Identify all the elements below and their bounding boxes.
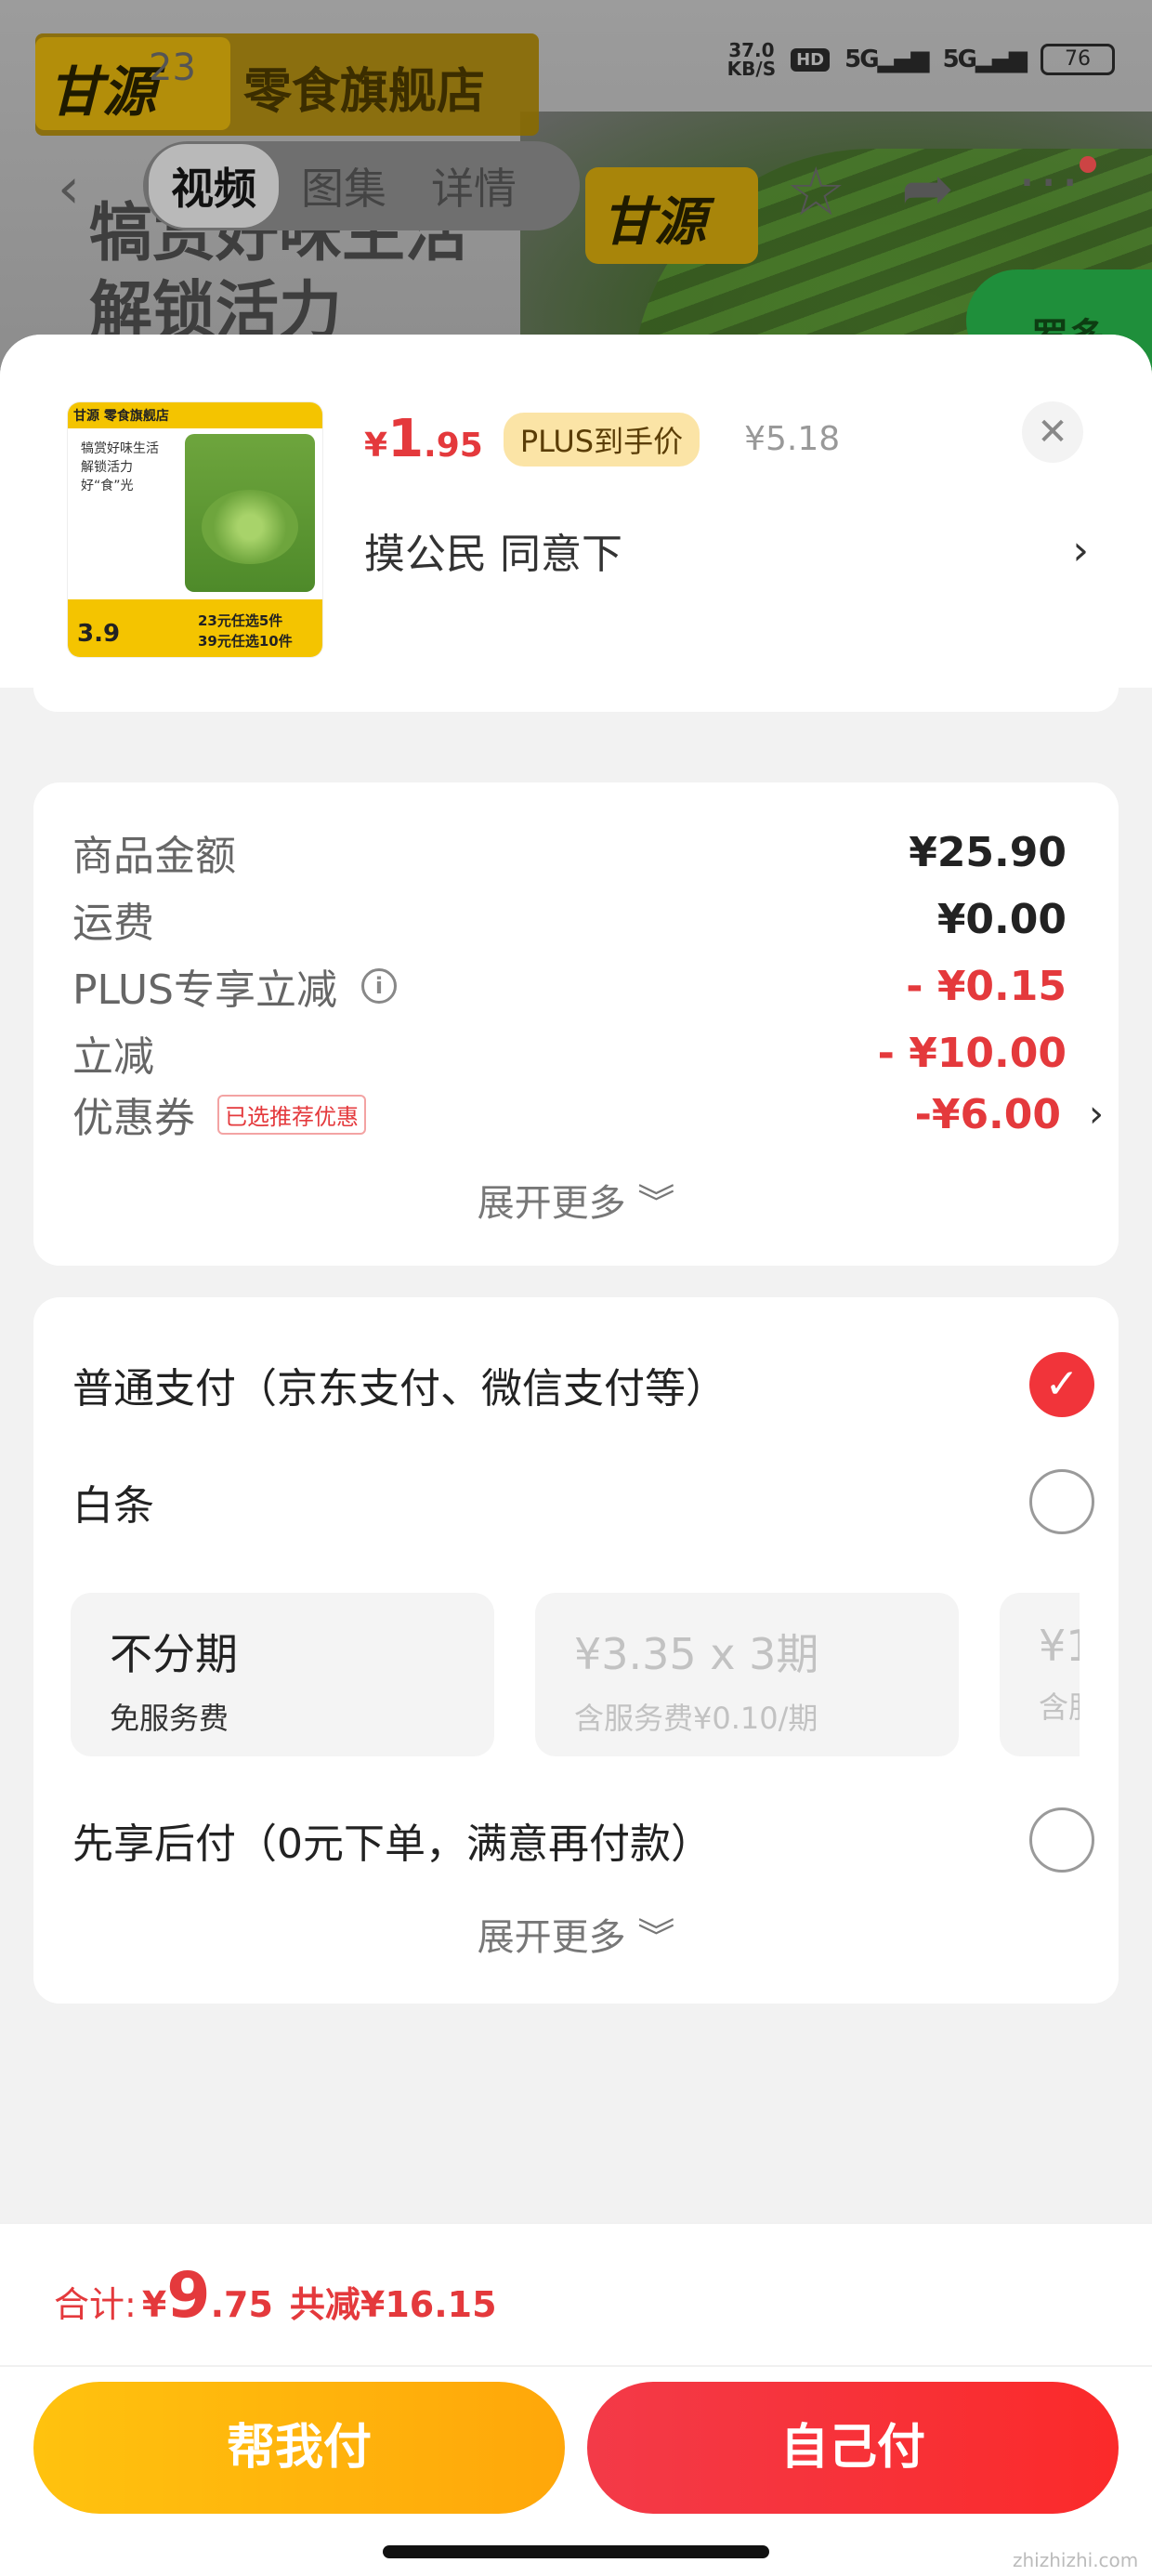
summary-row-goods: 商品金额 ¥25.90	[72, 828, 1067, 881]
summary-row-plus-discount: PLUS专享立减 i - ¥0.15	[72, 962, 1067, 1015]
tab-video[interactable]: 视频	[149, 144, 279, 228]
pay-option-baitiao[interactable]: 白条	[72, 1465, 1094, 1539]
notification-dot	[1080, 156, 1096, 173]
tab-details[interactable]: 详情	[409, 144, 539, 228]
background-product-page: 罗多 甘源 零食旗舰店 23 37.0KB/S HD 5G▂▄▆ 5G▂▄▆ 7…	[0, 0, 1152, 390]
chevron-right-icon: ›	[1072, 526, 1089, 574]
home-indicator[interactable]	[383, 2545, 769, 2558]
radio-icon[interactable]	[1029, 1807, 1094, 1873]
summary-row-discount: 立减 - ¥10.00	[72, 1029, 1067, 1082]
status-clock: 23	[149, 46, 196, 89]
product-header: 甘源 零食旗舰店 犒赏好味生活 解锁活力 好“食”光 3.9 23元任选5件 39…	[0, 335, 1152, 688]
spec-selector[interactable]: 摸公民 同意下 ›	[364, 513, 1089, 587]
checkout-footer: 合计: ¥ 9 .75 共减¥16.15 帮我付 自己付 zhizhizhi.c…	[0, 2223, 1152, 2576]
pay-option-standard[interactable]: 普通支付（京东支付、微信支付等） ✓	[72, 1347, 1094, 1422]
order-total: 合计: ¥ 9 .75 共减¥16.15	[54, 2259, 497, 2333]
watermark: zhizhizhi.com	[1013, 2549, 1139, 2571]
media-tabs: 视频 图集 详情	[143, 141, 580, 230]
chevron-right-icon: ›	[1089, 1093, 1104, 1136]
coupon-tag: 已选推荐优惠	[217, 1094, 366, 1135]
status-bar: 37.0 KB/S HD 5G▂▄▆ 5G▂▄▆ 76	[727, 41, 1115, 78]
info-icon[interactable]: i	[361, 968, 397, 1004]
checked-radio-icon[interactable]: ✓	[1029, 1352, 1094, 1417]
address-card-stub	[33, 688, 1119, 712]
radio-icon[interactable]	[1029, 1469, 1094, 1534]
original-price: ¥5.18	[744, 420, 841, 458]
pay-myself-button[interactable]: 自己付	[587, 2382, 1119, 2514]
favorite-icon[interactable]: ☆	[786, 152, 846, 230]
payment-method-card: 普通支付（京东支付、微信支付等） ✓ 白条 不分期 免服务费 ¥3.35 x 3…	[33, 1297, 1119, 2004]
installment-option-none[interactable]: 不分期 免服务费	[71, 1593, 494, 1756]
store-name: 零食旗舰店	[243, 64, 486, 120]
help-me-pay-button[interactable]: 帮我付	[33, 2382, 565, 2514]
expand-more-button[interactable]: 展开更多 ︾	[33, 1173, 1119, 1227]
plus-price: ¥1.95	[364, 409, 483, 469]
divider	[0, 2365, 1152, 2367]
plus-price-badge: PLUS到手价	[503, 412, 700, 467]
installment-option-3[interactable]: ¥3.35 x 3期 含服务费¥0.10/期	[535, 1593, 959, 1756]
product-thumbnail: 甘源 零食旗舰店 犒赏好味生活 解锁活力 好“食”光 3.9 23元任选5件 39…	[67, 401, 323, 658]
more-icon[interactable]: ···	[1018, 151, 1082, 216]
share-icon[interactable]: ➦	[901, 152, 954, 226]
brand-logo: 甘源	[35, 37, 230, 130]
brand-logo-small: 甘源	[585, 167, 758, 264]
battery-icon: 76	[1041, 44, 1115, 75]
close-button[interactable]: ✕	[1022, 401, 1083, 463]
hd-icon: HD	[791, 47, 831, 72]
back-icon[interactable]: ‹	[58, 156, 80, 221]
price-summary-card: 商品金额 ¥25.90 运费 ¥0.00 PLUS专享立减 i - ¥0.15 立…	[33, 782, 1119, 1266]
network-speed: 37.0 KB/S	[727, 39, 777, 80]
installment-option-more[interactable]: ¥1 含服	[1000, 1593, 1080, 1756]
tab-gallery[interactable]: 图集	[279, 144, 409, 228]
total-savings: 共减¥16.15	[289, 2284, 497, 2325]
signal-icon: 5G▂▄▆	[844, 46, 929, 73]
price-row: ¥1.95 PLUS到手价 ¥5.18	[364, 409, 840, 469]
summary-row-shipping: 运费 ¥0.00	[72, 895, 1067, 948]
signal-icon-2: 5G▂▄▆	[942, 46, 1028, 73]
summary-row-coupon[interactable]: 优惠券 已选推荐优惠 -¥6.00 ›	[72, 1082, 1104, 1147]
spec-text: 摸公民 同意下	[364, 531, 622, 578]
installment-options: 不分期 免服务费 ¥3.35 x 3期 含服务费¥0.10/期 ¥1 含服	[71, 1593, 1080, 1756]
expand-more-button[interactable]: 展开更多 ︾	[33, 1907, 1119, 1961]
pay-option-paylater[interactable]: 先享后付（0元下单，满意再付款）	[72, 1803, 1094, 1877]
